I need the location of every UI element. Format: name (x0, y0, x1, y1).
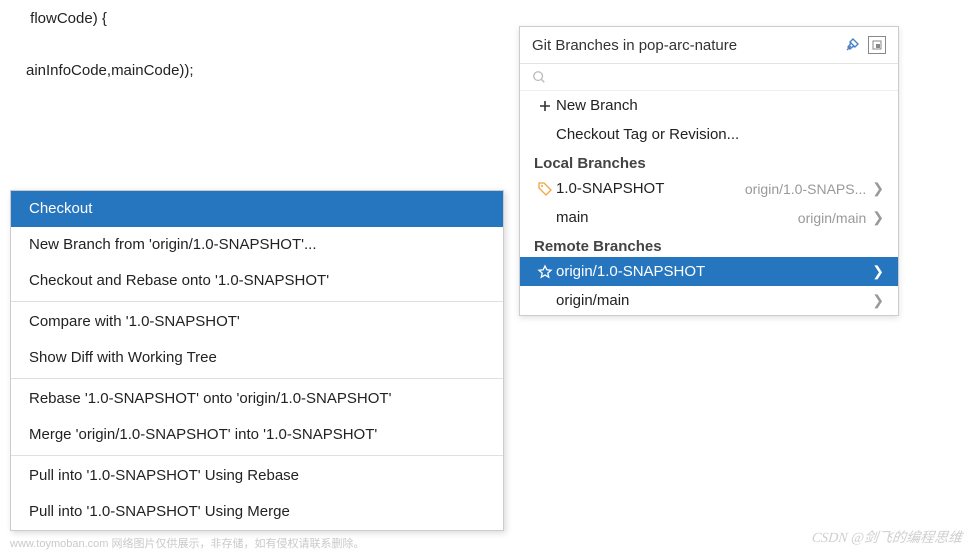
menu-item[interactable]: Show Diff with Working Tree (11, 340, 503, 376)
checkout-tag-item[interactable]: Checkout Tag or Revision... (520, 120, 898, 149)
menu-item[interactable]: Pull into '1.0-SNAPSHOT' Using Merge (11, 494, 503, 530)
code-editor[interactable]: flowCode) { ainInfoCode,mainCode)); (0, 0, 202, 90)
chevron-right-icon: ❯ (872, 180, 884, 197)
star-icon (534, 264, 556, 280)
chevron-right-icon: ❯ (872, 209, 884, 226)
tracking-label: origin/1.0-SNAPS... (745, 181, 866, 197)
remote-branch-item[interactable]: origin/1.0-SNAPSHOT ❯ (520, 257, 898, 286)
local-branches-header: Local Branches (520, 149, 898, 174)
branch-name: origin/main (556, 292, 866, 309)
menu-item[interactable]: Merge 'origin/1.0-SNAPSHOT' into '1.0-SN… (11, 417, 503, 453)
menu-item[interactable]: Pull into '1.0-SNAPSHOT' Using Rebase (11, 458, 503, 494)
remote-branch-item[interactable]: origin/main ❯ (520, 286, 898, 315)
new-branch-item[interactable]: New Branch (520, 91, 898, 120)
menu-item[interactable]: Compare with '1.0-SNAPSHOT' (11, 304, 503, 340)
expand-icon[interactable] (868, 36, 886, 54)
remote-branches-header: Remote Branches (520, 232, 898, 257)
new-branch-label: New Branch (556, 97, 884, 114)
plus-icon (534, 99, 556, 113)
branch-search-input[interactable] (520, 64, 898, 91)
git-branches-popup: Git Branches in pop-arc-nature New Branc… (519, 26, 899, 316)
branch-name: main (556, 209, 790, 226)
branch-action-menu: CheckoutNew Branch from 'origin/1.0-SNAP… (10, 190, 504, 531)
chevron-right-icon: ❯ (872, 263, 884, 280)
pin-icon[interactable] (842, 35, 862, 55)
checkout-tag-label: Checkout Tag or Revision... (556, 126, 884, 143)
code-line: ainInfoCode,mainCode)); (26, 62, 194, 79)
menu-item[interactable]: Checkout and Rebase onto '1.0-SNAPSHOT' (11, 263, 503, 299)
watermark-text: www.toymoban.com 网络图片仅供展示，非存储，如有侵权请联系删除。 (10, 535, 364, 551)
popup-title: Git Branches in pop-arc-nature (532, 37, 836, 54)
branch-name: origin/1.0-SNAPSHOT (556, 263, 866, 280)
tracking-label: origin/main (798, 210, 866, 226)
local-branch-item[interactable]: 1.0-SNAPSHOT origin/1.0-SNAPS... ❯ (520, 174, 898, 203)
credit-text: CSDN @剑飞的编程思维 (811, 527, 963, 547)
chevron-right-icon: ❯ (872, 292, 884, 309)
tag-icon (534, 181, 556, 197)
branch-name: 1.0-SNAPSHOT (556, 180, 737, 197)
menu-item[interactable]: Checkout (11, 191, 503, 227)
code-line: flowCode) { (26, 10, 107, 27)
menu-item[interactable]: New Branch from 'origin/1.0-SNAPSHOT'... (11, 227, 503, 263)
menu-item[interactable]: Rebase '1.0-SNAPSHOT' onto 'origin/1.0-S… (11, 381, 503, 417)
local-branch-item[interactable]: main origin/main ❯ (520, 203, 898, 232)
